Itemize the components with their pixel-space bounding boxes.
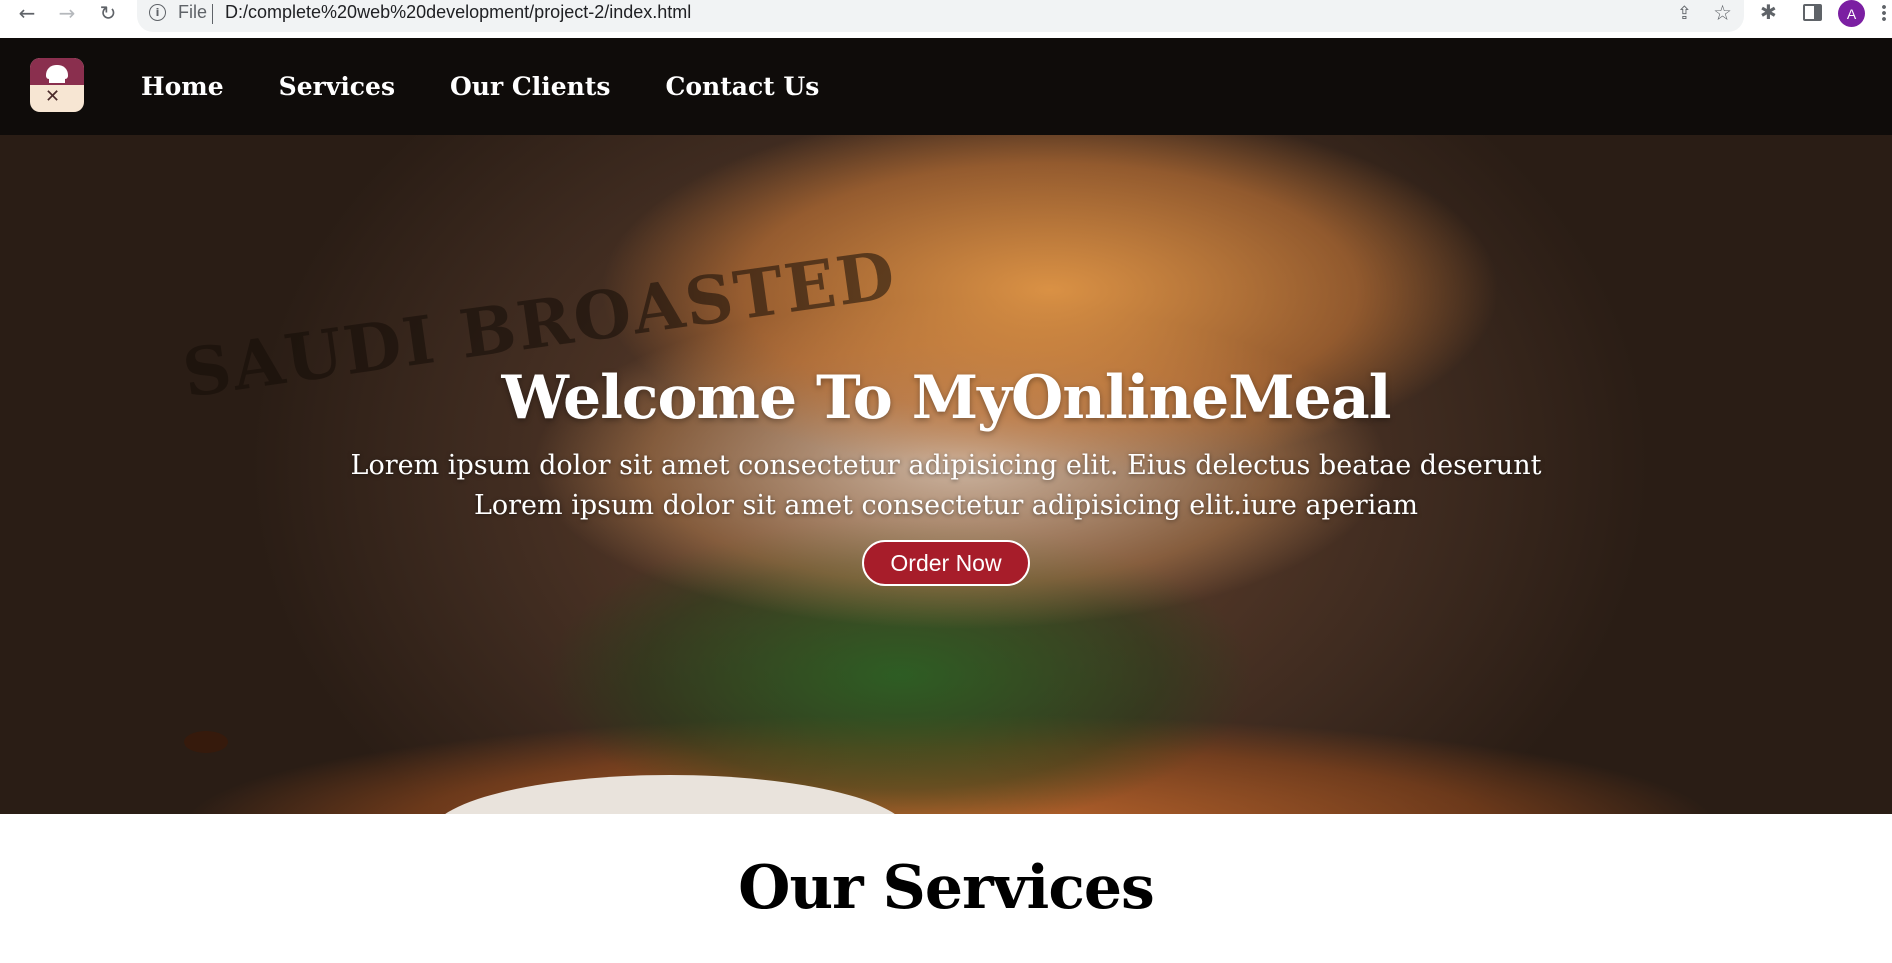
url-scheme-label: File [178, 2, 208, 22]
browser-toolbar: ← → ↻ i File D:/complete%20web%20develop… [0, 0, 1892, 38]
side-panel-icon[interactable] [1803, 4, 1822, 21]
crossed-utensils-icon: ✕ [45, 86, 61, 107]
extensions-puzzle-icon[interactable]: ✱ [1760, 0, 1777, 24]
forward-arrow-icon[interactable]: → [52, 0, 82, 26]
nav-link-home[interactable]: Home [141, 72, 224, 101]
chef-hat-logo-icon[interactable]: ✕ [30, 58, 84, 112]
reload-icon[interactable]: ↻ [93, 0, 123, 26]
url-text[interactable]: D:/complete%20web%20development/project-… [225, 2, 691, 23]
site-navbar: ✕ Home Services Our Clients Contact Us [0, 38, 1892, 135]
hero-section: SAUDI BROASTED Welcome To MyOnlineMeal L… [0, 135, 1892, 814]
sauce-bowl [430, 775, 910, 814]
site-info-icon[interactable]: i [149, 4, 166, 21]
hero-description: Lorem ipsum dolor sit amet consectetur a… [0, 446, 1892, 526]
nav-link-contact-us[interactable]: Contact Us [665, 72, 819, 101]
nav-links: Home Services Our Clients Contact Us [141, 72, 874, 101]
back-arrow-icon[interactable]: ← [12, 0, 42, 26]
hero-title: Welcome To MyOnlineMeal [501, 363, 1391, 433]
nav-link-services[interactable]: Services [279, 72, 395, 101]
address-bar[interactable]: i File D:/complete%20web%20development/p… [137, 0, 1744, 32]
services-section-title: Our Services [738, 853, 1155, 923]
share-icon[interactable]: ⇪ [1677, 3, 1692, 24]
bookmark-star-icon[interactable]: ☆ [1713, 1, 1732, 25]
kebab-menu-icon[interactable] [1882, 4, 1886, 22]
nav-link-our-clients[interactable]: Our Clients [450, 72, 610, 101]
address-divider [212, 4, 213, 24]
order-now-button[interactable]: Order Now [862, 540, 1030, 586]
hero-description-line-2: Lorem ipsum dolor sit amet consectetur a… [473, 490, 1419, 521]
chef-hat-band [49, 77, 65, 83]
hero-content: Welcome To MyOnlineMeal Lorem ipsum dolo… [0, 362, 1892, 586]
cutting-board-hole [184, 731, 228, 753]
profile-avatar[interactable]: A [1838, 0, 1865, 27]
hero-description-line-1: Lorem ipsum dolor sit amet consectetur a… [350, 450, 1542, 481]
